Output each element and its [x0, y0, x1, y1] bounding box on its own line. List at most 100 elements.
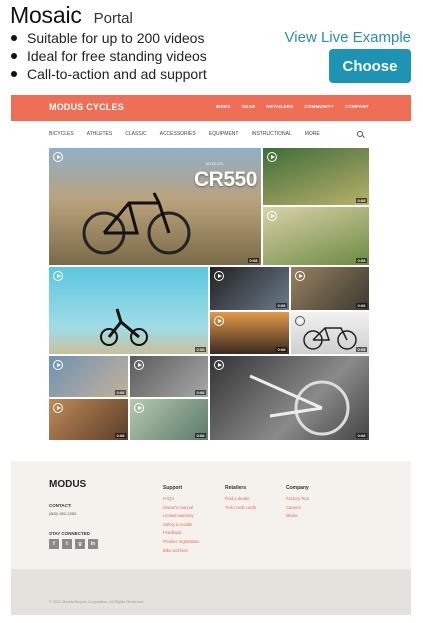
- play-icon: [53, 152, 63, 162]
- footer-column-retailers: Retailers Find a dealer Trek credit card…: [225, 485, 256, 512]
- category-classic[interactable]: CLASSIC: [125, 131, 146, 137]
- play-icon: [214, 360, 224, 370]
- footer-column-title: Support: [163, 485, 183, 491]
- duration-badge: 0:08: [355, 433, 367, 438]
- play-icon: [134, 360, 144, 370]
- footer-link[interactable]: Product registration: [163, 538, 199, 547]
- duration-badge: 0:08: [275, 303, 287, 308]
- video-tile[interactable]: 0:08: [130, 399, 208, 440]
- preview-top-nav: BIKES GEAR RETAILERS COMMUNITY COMPANY: [216, 104, 369, 109]
- footer-link[interactable]: Feedback: [163, 529, 199, 538]
- search-icon[interactable]: [357, 131, 363, 137]
- duration-badge: 0:08: [275, 347, 287, 352]
- bullet-icon: [11, 71, 17, 77]
- feature-list: Suitable for up to 200 videos Ideal for …: [10, 29, 207, 83]
- linkedin-icon[interactable]: in: [88, 539, 98, 549]
- preview-topbar: MODUS CYCLES BIKES GEAR RETAILERS COMMUN…: [11, 95, 411, 121]
- footer-column-title: Retailers: [225, 485, 247, 491]
- footer-link[interactable]: Safety & recalls: [163, 521, 199, 530]
- play-icon: [267, 152, 277, 162]
- page-subtitle: Portal: [93, 10, 133, 27]
- category-accessories[interactable]: ACCESSORIES: [160, 131, 196, 137]
- bicycle-icon: [249, 374, 350, 436]
- category-instructional[interactable]: INSTRUCTIONAL: [251, 131, 291, 137]
- nav-bikes[interactable]: BIKES: [216, 104, 231, 109]
- video-tile[interactable]: 0:08: [210, 312, 289, 354]
- footer-link[interactable]: Trek credit cards: [225, 504, 256, 513]
- nav-retailers[interactable]: RETAILERS: [266, 104, 293, 109]
- footer-link[interactable]: FAQ's: [163, 495, 199, 504]
- footer-brand: MODUS: [49, 479, 87, 490]
- footer-column-support: Support FAQ's Owner's manual Limited war…: [163, 485, 199, 555]
- footer-link[interactable]: Limited warranty: [163, 512, 199, 521]
- feature-item: Call-to-action and ad support: [10, 65, 207, 83]
- nav-community[interactable]: COMMUNITY: [304, 104, 334, 109]
- bullet-icon: [11, 35, 17, 41]
- video-tile[interactable]: 0:08: [291, 267, 369, 310]
- play-icon: [295, 271, 305, 281]
- play-icon: [53, 403, 63, 413]
- play-icon: [53, 360, 63, 370]
- play-icon: [53, 271, 63, 281]
- duration-badge: 0:08: [355, 347, 367, 352]
- video-tile[interactable]: 0:08: [263, 148, 369, 205]
- duration-badge: 0:08: [114, 433, 126, 438]
- duration-badge: 0:08: [355, 258, 367, 263]
- footer-link[interactable]: Factory Tour: [286, 495, 309, 504]
- bicycle-icon: [100, 308, 148, 346]
- video-tile[interactable]: 0:08: [210, 267, 289, 310]
- category-athletes[interactable]: ATHLETES: [87, 131, 112, 137]
- choose-button[interactable]: Choose: [329, 49, 411, 83]
- google-icon[interactable]: g: [75, 539, 85, 549]
- footer-link[interactable]: Media: [286, 512, 309, 521]
- nav-gear[interactable]: GEAR: [242, 104, 256, 109]
- footer-link[interactable]: Owner's manual: [163, 504, 199, 513]
- copyright-text: © 2011 Modus Bicycle Corporation. All Ri…: [49, 600, 144, 604]
- play-icon: [267, 211, 277, 221]
- template-preview: MODUS CYCLES BIKES GEAR RETAILERS COMMUN…: [11, 95, 411, 615]
- footer-link[interactable]: Careers: [286, 504, 309, 513]
- category-more[interactable]: MORE: [305, 131, 320, 137]
- video-tile[interactable]: 0:08: [49, 267, 208, 354]
- duration-badge: 0:08: [194, 347, 206, 352]
- video-tile-hero[interactable]: MODUS CR550 0:08: [49, 148, 261, 265]
- footer-link[interactable]: Bike archives: [163, 547, 199, 556]
- duration-badge: 0:08: [114, 390, 126, 395]
- footer-column-company: Company Factory Tour Careers Media: [286, 485, 309, 521]
- footer-contact-label: CONTACT:: [49, 503, 72, 508]
- play-icon: [295, 316, 305, 326]
- copyright-bar: © 2011 Modus Bicycle Corporation. All Ri…: [11, 569, 411, 615]
- play-icon: [214, 316, 224, 326]
- video-tile[interactable]: 0:08: [49, 399, 128, 440]
- duration-badge: 0:08: [194, 433, 206, 438]
- footer-column-title: Company: [286, 485, 309, 491]
- twitter-icon[interactable]: t: [62, 539, 72, 549]
- video-tile[interactable]: 0:08: [49, 356, 128, 397]
- feature-item: Ideal for free standing videos: [10, 47, 207, 65]
- footer-phone: (800) 892-1965: [49, 511, 77, 516]
- video-tile[interactable]: 0:08: [130, 356, 208, 397]
- preview-brand: MODUS CYCLES: [49, 102, 124, 112]
- preview-footer: MODUS CONTACT: (800) 892-1965 STAY CONNE…: [11, 461, 411, 569]
- video-tile[interactable]: 0:08: [263, 207, 369, 265]
- duration-badge: 0:08: [355, 303, 367, 308]
- video-tile[interactable]: 0:08: [291, 312, 369, 354]
- nav-company[interactable]: COMPANY: [345, 104, 369, 109]
- facebook-icon[interactable]: f: [49, 539, 59, 549]
- social-links: f t g in: [49, 539, 98, 549]
- bullet-icon: [11, 53, 17, 59]
- video-mosaic-grid: MODUS CR550 0:08 0:08 0:08 0:08 0:08 0:0…: [49, 148, 369, 448]
- video-tile[interactable]: 0:08: [210, 356, 369, 440]
- hero-caption: MODUS: [206, 161, 224, 166]
- bicycle-icon: [82, 192, 191, 255]
- play-icon: [214, 271, 224, 281]
- view-live-example-link[interactable]: View Live Example: [285, 29, 411, 46]
- footer-stay-connected: STAY CONNECTED: [49, 531, 90, 536]
- footer-link[interactable]: Find a dealer: [225, 495, 256, 504]
- category-bicycles[interactable]: BICYCLES: [49, 131, 74, 137]
- play-icon: [134, 403, 144, 413]
- category-bar: BICYCLES ATHLETES CLASSIC ACCESSORIES EQ…: [49, 123, 369, 145]
- category-equipment[interactable]: EQUIPMENT: [209, 131, 239, 137]
- title-row: Mosaic Portal: [10, 2, 133, 29]
- duration-badge: 0:08: [194, 390, 206, 395]
